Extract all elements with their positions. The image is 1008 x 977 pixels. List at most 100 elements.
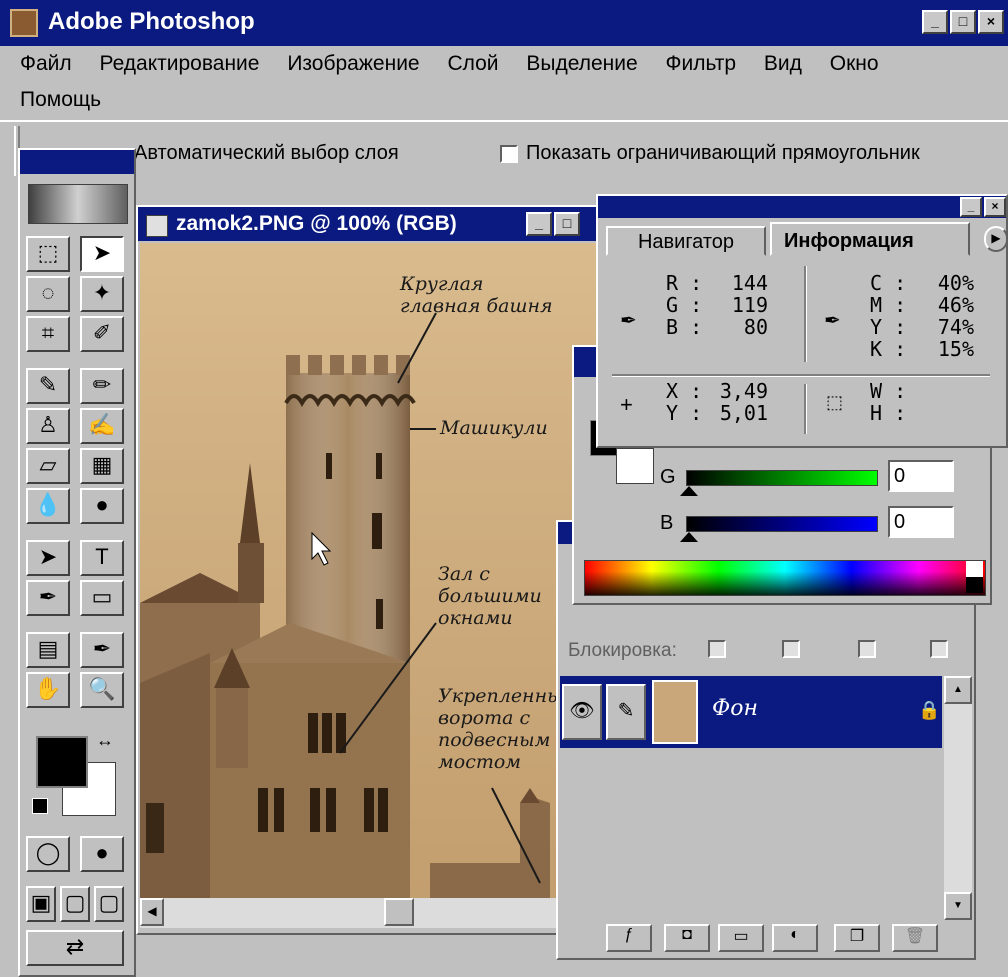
healing-brush-tool-icon[interactable]: ✎	[26, 368, 70, 404]
screen-mode-standard-icon[interactable]: ▣	[26, 886, 56, 922]
jump-to-imageready-icon[interactable]: ⇄	[26, 930, 124, 966]
foreground-color-swatch-front[interactable]	[36, 736, 88, 788]
quick-mask-mode-icon[interactable]: ●	[80, 836, 124, 872]
layer-style-button[interactable]: ƒ	[606, 924, 652, 952]
k-value: 15%	[937, 337, 974, 361]
move-tool-icon[interactable]: ➤	[80, 236, 124, 272]
b-value-input[interactable]: 0	[888, 506, 954, 538]
type-tool-icon[interactable]: T	[80, 540, 124, 576]
layer-visibility-eye-icon[interactable]: 👁	[562, 684, 602, 740]
eyedropper-tool-icon[interactable]: ✒	[80, 632, 124, 668]
menu-file[interactable]: Файл	[20, 52, 72, 75]
menu-select[interactable]: Выделение	[526, 52, 637, 75]
screen-mode-menubar-icon[interactable]: ▢	[60, 886, 90, 922]
g-value-input[interactable]: 0	[888, 460, 954, 492]
lasso-tool-icon[interactable]: ◌	[26, 276, 70, 312]
m-value: 46%	[937, 293, 974, 317]
brush-tool-icon[interactable]: ✏	[80, 368, 124, 404]
eraser-tool-icon[interactable]: ▱	[26, 448, 70, 484]
lock-all-checkbox[interactable]	[930, 640, 948, 658]
menu-edit[interactable]: Редактирование	[99, 52, 259, 75]
new-folder-button[interactable]: ▭	[718, 924, 764, 952]
info-divider-horizontal	[612, 374, 990, 377]
b-slider-track[interactable]	[686, 516, 878, 532]
rect-marquee-tool-icon[interactable]: ⬚	[26, 236, 70, 272]
lock-image-checkbox[interactable]	[782, 640, 800, 658]
history-brush-tool-icon[interactable]: ✍	[80, 408, 124, 444]
app-title: Adobe Photoshop	[48, 8, 255, 35]
info-panel-minimize-button[interactable]: _	[960, 197, 982, 217]
label-hall: Зал с большими окнами	[438, 563, 542, 629]
toolbox-logo-eye-icon[interactable]	[28, 184, 128, 224]
dodge-tool-icon[interactable]: ●	[80, 488, 124, 524]
menu-filter[interactable]: Фильтр	[666, 52, 737, 75]
notes-tool-icon[interactable]: ▤	[26, 632, 70, 668]
spectrum-white-black-swatch[interactable]	[966, 561, 983, 593]
panel-menu-arrow-button[interactable]: ▶	[984, 226, 1008, 252]
color-spectrum-bar[interactable]	[584, 560, 986, 596]
menu-help[interactable]: Помощь	[20, 86, 101, 114]
r-label: R :	[666, 271, 703, 295]
screen-mode-full-icon[interactable]: ▢	[94, 886, 124, 922]
magic-wand-tool-icon[interactable]: ✦	[80, 276, 124, 312]
menu-image[interactable]: Изображение	[287, 52, 419, 75]
hand-tool-icon[interactable]: ✋	[26, 672, 70, 708]
document-minimize-button[interactable]: _	[526, 212, 552, 236]
menu-window[interactable]: Окно	[830, 52, 879, 75]
zoom-tool-icon[interactable]: 🔍	[80, 672, 124, 708]
label-machicolations: Машикули	[440, 417, 548, 439]
scroll-left-button[interactable]: ◀	[140, 898, 164, 926]
layer-name[interactable]: Фон	[712, 696, 758, 721]
b-slider-handle[interactable]	[680, 532, 698, 542]
document-maximize-button[interactable]: □	[554, 212, 580, 236]
k-label: K :	[870, 337, 907, 361]
shape-tool-icon[interactable]: ▭	[80, 580, 124, 616]
menu-layer[interactable]: Слой	[447, 52, 498, 75]
g-slider-handle[interactable]	[680, 486, 698, 496]
minimize-button[interactable]: _	[922, 10, 948, 34]
path-select-tool-icon[interactable]: ➤	[26, 540, 70, 576]
show-bounds-checkbox[interactable]	[500, 145, 518, 163]
adjustment-layer-button[interactable]: ◐	[772, 924, 818, 952]
color-panel-background-swatch[interactable]	[616, 448, 654, 484]
lock-transparency-checkbox[interactable]	[708, 640, 726, 658]
info-divider-vertical-2	[804, 384, 807, 434]
pen-tool-icon[interactable]: ✒	[26, 580, 70, 616]
layers-scroll-down-button[interactable]: ▼	[944, 892, 972, 920]
layer-thumbnail	[652, 680, 698, 744]
layer-mask-button[interactable]: ◘	[664, 924, 710, 952]
b-info-value: 80	[743, 315, 768, 339]
crosshair-icon: +	[620, 392, 633, 417]
tab-info[interactable]: Информация	[770, 222, 970, 256]
info-panel-title-bar: _ ×	[598, 196, 1006, 218]
blur-tool-icon[interactable]: 💧	[26, 488, 70, 524]
layers-scrollbar[interactable]	[944, 676, 972, 920]
swap-colors-icon[interactable]: ↔	[96, 730, 114, 751]
crop-tool-icon[interactable]: ⌗	[26, 316, 70, 352]
tab-navigator[interactable]: Навигатор	[606, 226, 766, 256]
label-tower: Круглая главная башня	[400, 273, 553, 317]
layer-link-brush-icon[interactable]: ✎	[606, 684, 646, 740]
delete-layer-button[interactable]: 🗑	[892, 924, 938, 952]
document-scrollbar[interactable]	[140, 898, 600, 928]
new-layer-button[interactable]: ❐	[834, 924, 880, 952]
show-bounds-label: Показать ограничивающий прямоугольник	[526, 142, 920, 164]
layers-scroll-up-button[interactable]: ▲	[944, 676, 972, 704]
g-slider-track[interactable]	[686, 470, 878, 486]
default-colors-icon[interactable]	[32, 798, 48, 814]
standard-mode-icon[interactable]: ◯	[26, 836, 70, 872]
menu-view[interactable]: Вид	[764, 52, 802, 75]
slice-tool-icon[interactable]: ✐	[80, 316, 124, 352]
info-panel-close-button[interactable]: ×	[984, 197, 1006, 217]
menu-bar: Файл Редактирование Изображение Слой Выд…	[20, 50, 1000, 80]
lock-position-checkbox[interactable]	[858, 640, 876, 658]
document-title-bar: zamok2.PNG @ 100% (RGB) _ □	[138, 207, 604, 241]
close-button[interactable]: ×	[978, 10, 1004, 34]
eyedropper-rgb-icon: ✒	[620, 310, 637, 332]
maximize-button[interactable]: □	[950, 10, 976, 34]
scroll-thumb[interactable]	[384, 898, 414, 926]
stamp-tool-icon[interactable]: ♙	[26, 408, 70, 444]
image-canvas[interactable]: Круглая главная башня Машикули Зал с бол…	[140, 243, 600, 898]
gradient-tool-icon[interactable]: ▦	[80, 448, 124, 484]
auto-select-label: Автоматический выбор слоя	[134, 142, 399, 164]
